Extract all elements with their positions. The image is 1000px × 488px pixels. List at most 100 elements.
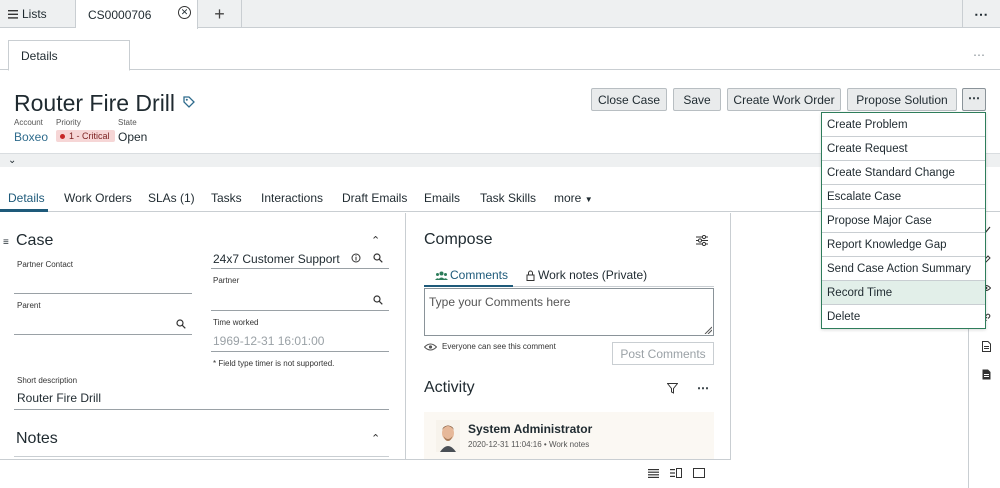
header-more-button[interactable]: ⋯ <box>962 88 986 111</box>
tab-details-section[interactable]: Details <box>8 191 45 205</box>
case-form-panel: ≡ Case ⌃ Partner Contact 24x7 Customer S… <box>0 213 406 459</box>
tab-emails[interactable]: Emails <box>424 191 460 205</box>
top-tab-bar: Lists CS0000706 ✕ + ⋯ <box>0 0 1000 29</box>
close-tab-icon[interactable]: ✕ <box>178 6 191 19</box>
partner-contact-field[interactable] <box>14 293 192 294</box>
tab-more-label: more <box>554 191 582 205</box>
collapse-case-icon[interactable]: ⌃ <box>371 234 380 247</box>
search-icon[interactable] <box>373 295 383 305</box>
tab-lists-label: Lists <box>22 7 47 21</box>
tab-lists[interactable]: Lists <box>0 0 76 28</box>
more-icon: ⋯ <box>974 5 989 22</box>
compose-title: Compose <box>424 231 493 248</box>
support-field-line <box>211 268 389 269</box>
tab-case-label: CS0000706 <box>88 7 152 22</box>
support-value: 24x7 Customer Support <box>213 252 340 266</box>
close-case-button[interactable]: Close Case <box>591 88 667 111</box>
search-icon[interactable] <box>176 319 186 329</box>
short-description-label: Short description <box>17 376 78 385</box>
activity-entry: System Administrator 2020-12-31 11:04:16… <box>424 412 714 459</box>
menu-item-create-standard-change[interactable]: Create Standard Change <box>822 161 985 185</box>
short-description-value[interactable]: Router Fire Drill <box>17 391 101 405</box>
lock-icon <box>526 270 535 281</box>
partner-contact-label: Partner Contact <box>17 260 74 269</box>
info-icon[interactable] <box>351 253 361 263</box>
compose-panel: Compose Comments Work notes (Private) Ty… <box>407 213 731 459</box>
menu-item-send-case-action-summary[interactable]: Send Case Action Summary <box>822 257 985 281</box>
list-icon <box>8 9 18 19</box>
priority-badge: 1 - Critical <box>56 130 115 142</box>
list-view-icon[interactable] <box>648 469 659 478</box>
document-icon[interactable] <box>982 341 991 352</box>
create-work-order-button[interactable]: Create Work Order <box>727 88 841 111</box>
timer-note: * Field type timer is not supported. <box>213 359 335 368</box>
priority-label: Priority <box>56 118 81 127</box>
avatar <box>436 420 460 452</box>
menu-item-delete[interactable]: Delete <box>822 305 985 329</box>
critical-dot-icon <box>60 133 65 139</box>
single-view-icon[interactable] <box>693 468 705 478</box>
comments-placeholder: Type your Comments here <box>429 295 571 309</box>
menu-item-propose-major-case[interactable]: Propose Major Case <box>822 209 985 233</box>
parent-field[interactable] <box>14 334 192 335</box>
page-title: Router Fire Drill <box>14 90 176 116</box>
tab-tasks[interactable]: Tasks <box>211 191 242 205</box>
active-tab-indicator <box>0 209 48 212</box>
document-filled-icon[interactable] <box>982 369 991 380</box>
case-section-title: Case <box>16 232 54 249</box>
tab-more[interactable]: more ▼ <box>554 191 593 205</box>
menu-item-report-knowledge-gap[interactable]: Report Knowledge Gap <box>822 233 985 257</box>
visibility-text: Everyone can see this comment <box>442 342 556 351</box>
collapse-notes-icon[interactable]: ⌃ <box>371 432 380 445</box>
parent-label: Parent <box>17 301 41 310</box>
filter-icon[interactable] <box>667 383 678 394</box>
tab-work-notes-label: Work notes (Private) <box>538 268 648 282</box>
comments-textarea[interactable]: Type your Comments here <box>424 288 714 336</box>
tab-work-orders[interactable]: Work Orders <box>64 191 132 205</box>
eye-icon <box>424 343 437 350</box>
tab-task-skills[interactable]: Task Skills <box>480 191 536 205</box>
priority-value: 1 - Critical <box>69 131 110 141</box>
tab-draft-emails[interactable]: Draft Emails <box>342 191 407 205</box>
tag-icon[interactable] <box>183 96 195 108</box>
post-comments-button[interactable]: Post Comments <box>612 342 714 365</box>
tab-comments[interactable]: Comments <box>435 268 508 282</box>
partner-field[interactable] <box>211 310 389 311</box>
propose-solution-button[interactable]: Propose Solution <box>847 88 957 111</box>
top-more-button[interactable]: ⋯ <box>962 0 1000 28</box>
activity-timestamp: 2020-12-31 11:04:16 • Work notes <box>468 440 590 449</box>
subtab-bar: Details ⋯ <box>0 28 1000 71</box>
notes-divider <box>14 456 389 457</box>
time-worked-value: 1969-12-31 16:01:00 <box>213 334 325 348</box>
visibility-note: Everyone can see this comment <box>424 342 556 351</box>
drag-handle-icon[interactable]: ≡ <box>3 237 9 248</box>
state-value: Open <box>118 130 148 144</box>
people-icon <box>435 271 448 280</box>
menu-item-create-problem[interactable]: Create Problem <box>822 113 985 137</box>
caret-down-icon: ▼ <box>584 195 593 204</box>
resize-handle-icon[interactable] <box>704 326 712 334</box>
account-link[interactable]: Boxeo <box>14 130 48 144</box>
plus-icon: + <box>214 3 225 24</box>
subtab-more-icon[interactable]: ⋯ <box>973 48 986 62</box>
tab-interactions[interactable]: Interactions <box>261 191 323 205</box>
tab-work-notes[interactable]: Work notes (Private) <box>526 268 647 282</box>
split-view-icon[interactable] <box>670 468 682 478</box>
new-tab-button[interactable]: + <box>198 0 242 28</box>
menu-item-escalate-case[interactable]: Escalate Case <box>822 185 985 209</box>
menu-item-record-time[interactable]: Record Time <box>822 281 985 305</box>
tab-case[interactable]: CS0000706 ✕ <box>76 0 198 29</box>
short-description-field[interactable] <box>14 409 389 410</box>
search-icon[interactable] <box>373 253 383 263</box>
chevron-down-icon[interactable]: ⌄ <box>8 155 16 166</box>
save-button[interactable]: Save <box>673 88 721 111</box>
tab-details[interactable]: Details <box>8 40 130 71</box>
settings-sliders-icon[interactable] <box>696 235 708 246</box>
activity-author: System Administrator <box>468 422 593 436</box>
notes-section-title: Notes <box>16 430 58 447</box>
account-label: Account <box>14 118 43 127</box>
tab-slas[interactable]: SLAs (1) <box>148 191 195 205</box>
activity-more-icon[interactable]: ⋯ <box>697 381 710 395</box>
menu-item-create-request[interactable]: Create Request <box>822 137 985 161</box>
time-worked-label: Time worked <box>213 318 259 327</box>
